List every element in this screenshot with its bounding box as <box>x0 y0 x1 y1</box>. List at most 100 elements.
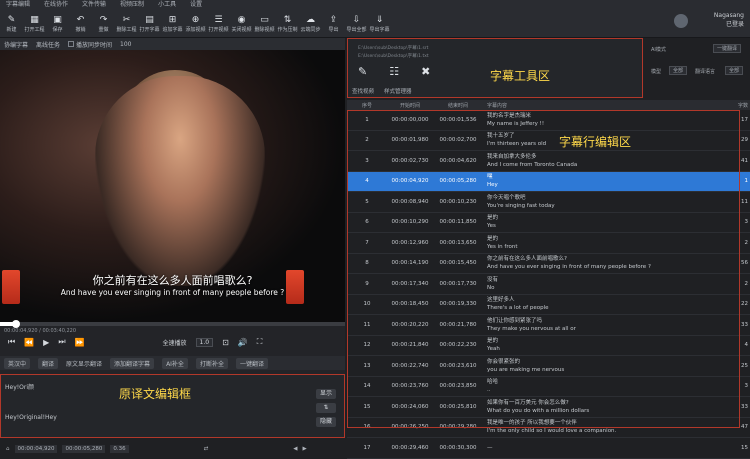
toolbar-button[interactable]: ⊞ 追加字幕 <box>161 10 184 38</box>
toolbar-button[interactable]: ✂ 删除工程 <box>115 10 138 38</box>
toolbar-label: 删除视频 <box>254 27 275 33</box>
interrupt-button[interactable]: 打断补全 <box>195 357 228 369</box>
table-row[interactable]: 4 00:00:04,920 00:00:05,280 嘿 Hey 1 <box>347 171 750 192</box>
menu-item[interactable]: 文件传输 <box>82 0 106 10</box>
pen-icon[interactable]: ✎ <box>358 65 367 78</box>
swap-time-icon[interactable]: ⇄ <box>204 446 209 452</box>
user-name: Nagasang <box>713 12 744 19</box>
prev-line-icon[interactable]: ◀ <box>293 446 297 452</box>
column-header[interactable]: 结束时间 <box>433 102 483 109</box>
toolbar-button[interactable]: ⇩ 导出全部 <box>345 10 368 38</box>
list-icon[interactable]: ☷ <box>389 65 399 78</box>
progress-bar[interactable] <box>0 320 345 328</box>
column-header[interactable]: 序号 <box>347 102 387 109</box>
avatar[interactable] <box>674 14 688 28</box>
add-translation-button[interactable]: 添加翻译字幕 <box>110 357 155 369</box>
video-player[interactable]: 你之前有在这么多人面前唱歌么? And have you ever singin… <box>0 50 345 322</box>
column-header[interactable]: 字幕内容 <box>483 102 736 109</box>
table-row[interactable]: 12 00:00:21,840 00:00:22,230 是的 Yeah 4 <box>347 336 750 356</box>
tab-coedit[interactable]: 协编字幕 <box>4 40 28 49</box>
editor-line-1[interactable]: Hey!Ori颜 <box>5 382 34 391</box>
fullscreen-icon[interactable]: ⛶ <box>257 337 263 347</box>
menu-item[interactable]: 设置 <box>190 0 202 10</box>
table-cell: 00:00:23,850 <box>439 383 477 390</box>
step-icon[interactable]: ⏭ <box>58 337 65 347</box>
table-row[interactable]: 9 00:00:17,340 00:00:17,730 没有 No 2 <box>347 274 750 295</box>
show-translation-checkbox[interactable]: 原文显示翻译 <box>66 359 102 368</box>
start-time-field[interactable]: 00:00:04,920 <box>14 445 58 453</box>
language-select[interactable]: 全部 <box>725 66 744 75</box>
one-click-translate-top[interactable]: 一键翻译 <box>713 44 742 53</box>
menu-item[interactable]: 小工具 <box>158 0 176 10</box>
table-row[interactable]: 2 00:00:01,980 00:00:02,700 我十五岁了 I'm thirte… <box>347 131 750 151</box>
toolbar-button[interactable]: ◉ 关闭视频 <box>230 10 253 38</box>
mode-select[interactable]: 英汉中 <box>4 357 31 369</box>
editor-hide-button[interactable]: 隐藏 <box>316 417 336 427</box>
table-row[interactable]: 7 00:00:12,960 00:00:13,650 是的 Yes in front 2 <box>347 233 750 254</box>
tab-find-video[interactable]: 查找视频 <box>352 87 374 95</box>
rewind-icon[interactable]: ⏪ <box>24 338 34 347</box>
tools-icon[interactable]: ✖ <box>421 65 430 78</box>
toolbar-button[interactable]: ▣ 保存 <box>46 10 69 38</box>
table-body: 1 00:00:00,000 00:00:01,536 我的名字是杰瑞米 My name… <box>347 110 750 459</box>
tab-offline[interactable]: 离线任务 <box>36 40 60 49</box>
table-row[interactable]: 5 00:00:08,940 00:00:10,230 你今天唱个歌吧 You're s… <box>347 192 750 213</box>
table-row[interactable]: 3 00:00:02,730 00:00:04,620 我来自加拿大多伦多 And I … <box>347 151 750 172</box>
speed-select[interactable]: 1.0 <box>195 337 214 347</box>
menu-item[interactable]: 在线协作 <box>44 0 68 10</box>
table-row[interactable]: 17 00:00:29,460 00:00:30,300 — 15 <box>347 438 750 459</box>
editor-line-2[interactable]: Hey!Original!Hey <box>5 414 57 421</box>
sync-value[interactable]: 100 <box>120 41 131 48</box>
table-row[interactable]: 15 00:00:24,060 00:00:25,810 如果你有一百万美元 你会怎么… <box>347 397 750 418</box>
translate-button[interactable]: 翻译 <box>38 357 59 369</box>
toolbar-button[interactable]: ↷ 重做 <box>92 10 115 38</box>
model-select[interactable]: 全部 <box>669 66 688 75</box>
table-row[interactable]: 6 00:00:10,290 00:00:11,850 是的 Yes 3 <box>347 213 750 233</box>
toolbar-button[interactable]: ⊕ 添加视频 <box>184 10 207 38</box>
toolbar-button[interactable]: ▦ 打开工程 <box>23 10 46 38</box>
toolbar-button[interactable]: ⇓ 导出字幕 <box>368 10 391 38</box>
end-time-field[interactable]: 00:00:05,280 <box>62 445 106 453</box>
one-click-translate-button[interactable]: 一键翻译 <box>235 357 268 369</box>
toolbar-icon: ⇪ <box>329 15 338 25</box>
menu-item[interactable]: 视频压制 <box>120 0 144 10</box>
user-info[interactable]: Nagasang 已登录 <box>714 12 744 28</box>
table-row[interactable]: 8 00:00:14,190 00:00:15,450 你之前有在这么多人面前唱歌么?… <box>347 254 750 274</box>
volume-icon[interactable]: 🔊 <box>238 338 248 347</box>
table-row[interactable]: 14 00:00:23,760 00:00:23,850 哈哈.. 3 <box>347 377 750 397</box>
table-row[interactable]: 1 00:00:00,000 00:00:01,536 我的名字是杰瑞米 My name… <box>347 110 750 131</box>
table-row[interactable]: 10 00:00:18,450 00:00:19,330 这里好多人 There's a… <box>347 295 750 315</box>
table-row[interactable]: 16 00:00:26,250 00:00:29,280 我是唯一的孩子 所以我想要一… <box>347 418 750 438</box>
play-icon[interactable]: ▶ <box>43 338 49 347</box>
user-status: 已登录 <box>725 21 744 28</box>
frame-icon[interactable]: ⊡ <box>222 338 229 347</box>
menu-item[interactable]: 字幕编辑 <box>6 0 30 10</box>
toolbar-button[interactable]: ✎ 新建 <box>0 10 23 38</box>
table-cell: 33 <box>741 321 748 328</box>
toolbar-button[interactable]: ▤ 打开字幕 <box>138 10 161 38</box>
source-translation-editor[interactable]: Hey!Ori颜 Hey!Original!Hey 原译文编辑框 显示 ⇅ 隐藏 <box>0 374 345 438</box>
tab-style-manager[interactable]: 样式管理器 <box>384 87 412 95</box>
ai-complete-button[interactable]: AI补全 <box>162 357 188 369</box>
editor-swap-icon[interactable]: ⇅ <box>316 403 336 413</box>
progress-knob[interactable] <box>12 320 20 328</box>
toolbar-button[interactable]: ↶ 撤销 <box>69 10 92 38</box>
forward-icon[interactable]: ⏩ <box>75 338 85 347</box>
toolbar-button[interactable]: ⇪ 导出 <box>322 10 345 38</box>
sync-checkbox[interactable]: 播放同步时间 <box>68 40 112 49</box>
column-header[interactable]: 字数 <box>736 102 750 109</box>
toolbar-button[interactable]: ⇅ 作为压制 <box>276 10 299 38</box>
editor-show-button[interactable]: 显示 <box>316 389 336 399</box>
toolbar-button[interactable]: ▭ 删除视频 <box>253 10 276 38</box>
tag-icon: ⌂ <box>6 446 10 452</box>
toolbar-button[interactable]: ☁ 云端同步 <box>299 10 322 38</box>
table-cell: 2 <box>744 280 749 287</box>
toolbar-button[interactable]: ☰ 打开视频 <box>207 10 230 38</box>
table-cell: 00:00:00,000 <box>391 116 429 123</box>
prev-icon[interactable]: ⏮ <box>8 337 15 347</box>
table-row[interactable]: 13 00:00:22,740 00:00:23,610 你会很紧张的 you are … <box>347 356 750 377</box>
table-row[interactable]: 11 00:00:20,220 00:00:21,780 他们让你感到紧张了吗 They… <box>347 315 750 336</box>
next-line-icon[interactable]: ▶ <box>303 446 307 452</box>
duration-field[interactable]: 0.36 <box>110 445 129 453</box>
column-header[interactable]: 开始时间 <box>387 102 433 109</box>
